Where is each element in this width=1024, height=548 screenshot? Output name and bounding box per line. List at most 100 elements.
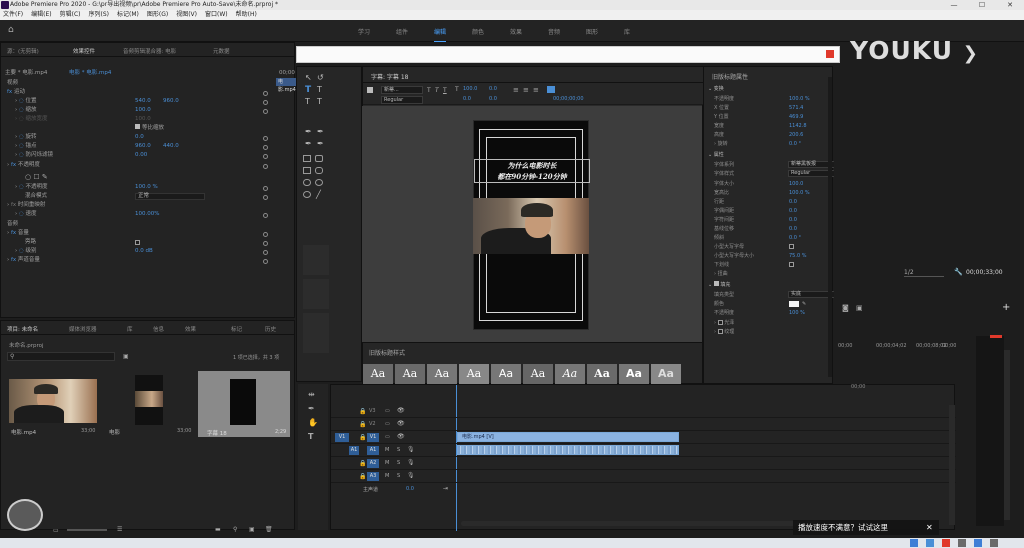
solo-button[interactable]: S	[397, 460, 400, 466]
project-item-selected[interactable]	[198, 371, 290, 437]
reset-icon[interactable]	[263, 164, 268, 169]
track-label[interactable]: A3	[367, 472, 379, 481]
leading-value[interactable]: 0.0	[463, 96, 471, 102]
prop-value[interactable]: 0.0	[789, 225, 797, 233]
export-frame-icon[interactable]: ◙	[842, 304, 849, 312]
new-bin-icon[interactable]: ▣	[123, 353, 129, 360]
zoom-select[interactable]: 1/2	[904, 269, 914, 276]
program-timecode[interactable]: 00;00;33;00	[966, 269, 1003, 276]
style-swatch[interactable]: Aa	[363, 364, 393, 384]
style-swatch[interactable]: Aa	[619, 364, 649, 384]
prop-value[interactable]: 0.0 °	[789, 234, 801, 242]
text-tool-icon[interactable]: T	[308, 432, 313, 441]
pen-icon[interactable]: ✒	[308, 404, 315, 413]
titler-timecode[interactable]: 00;00;00;00	[553, 96, 584, 102]
reset-icon[interactable]	[263, 241, 268, 246]
eye-icon[interactable]: 👁	[397, 420, 405, 427]
reset-icon[interactable]	[263, 186, 268, 191]
mic-icon[interactable]: 🎙	[407, 459, 415, 466]
mute-button[interactable]: M	[385, 460, 389, 466]
path-type-icon[interactable]: T	[305, 97, 310, 106]
wrench-icon[interactable]: 🔧	[954, 268, 963, 276]
lock-icon[interactable]: 🔒	[359, 473, 366, 480]
compare-icon[interactable]: ▣	[856, 304, 863, 312]
tab-libraries[interactable]: 库	[127, 325, 133, 333]
scale-value[interactable]: 100.0	[135, 106, 151, 115]
align-right-icon[interactable]: ≡	[533, 86, 539, 94]
prop-value[interactable]: 100.0 %	[789, 189, 810, 197]
project-item-thumbnail[interactable]	[9, 379, 97, 423]
mute-button[interactable]: M	[385, 447, 389, 453]
add-button-icon[interactable]: +	[1002, 302, 1010, 313]
style-swatch[interactable]: Aa	[395, 364, 425, 384]
workspace-color[interactable]: 颜色	[472, 27, 484, 36]
reset-icon[interactable]	[263, 91, 268, 96]
selection-tool-icon[interactable]: ↖	[305, 73, 312, 82]
menu-help[interactable]: 帮助(H)	[236, 10, 257, 20]
eye-icon[interactable]: 👁	[397, 433, 405, 440]
menu-clip[interactable]: 剪辑(C)	[60, 10, 81, 20]
ec-clip-bar[interactable]: 电影.mp4	[276, 78, 296, 93]
reset-icon[interactable]	[263, 213, 268, 218]
input-close-icon[interactable]	[826, 50, 834, 58]
transform-section[interactable]: ⌄ 变换	[708, 85, 828, 93]
new-folder-icon[interactable]: ▬	[215, 526, 221, 533]
show-background-icon[interactable]	[547, 86, 555, 93]
taskbar-app-icon[interactable]	[974, 539, 982, 547]
workspace-effects[interactable]: 效果	[510, 27, 522, 36]
convert-anchor-icon[interactable]: ✒	[317, 139, 324, 148]
uniform-scale-row[interactable]: 等比缩放	[135, 124, 235, 133]
fill-color-swatch[interactable]	[789, 301, 799, 307]
tab-media-browser[interactable]: 媒体浏览器	[69, 325, 97, 333]
lock-icon[interactable]: 🔒	[359, 421, 366, 428]
maximize-button[interactable]: ☐	[968, 0, 996, 10]
reset-icon[interactable]	[263, 154, 268, 159]
project-search-input[interactable]: ⚲	[7, 352, 115, 361]
underline-icon[interactable]: T	[443, 87, 447, 94]
wedge-tool-icon[interactable]	[303, 179, 311, 186]
flicker-value[interactable]: 0.00	[135, 151, 147, 160]
icon-view-icon[interactable]: ▭	[53, 527, 59, 534]
track-label[interactable]: A1	[367, 446, 379, 455]
reset-icon[interactable]	[263, 259, 268, 264]
taskbar-app-icon[interactable]	[910, 539, 918, 547]
rotation-value[interactable]: 0.0	[135, 133, 144, 142]
ellipse-tool-icon[interactable]	[303, 191, 311, 198]
reset-icon[interactable]	[263, 145, 268, 150]
clipped-rect-icon[interactable]	[303, 167, 311, 174]
position-x-value[interactable]: 540.0	[135, 97, 151, 106]
font-size-value[interactable]: 100.0	[463, 86, 477, 92]
speed-value[interactable]: 100.00%	[135, 210, 159, 219]
rounded-corner-icon[interactable]	[315, 167, 323, 174]
workspace-libraries[interactable]: 库	[624, 27, 630, 36]
smallcaps-checkbox[interactable]	[789, 244, 794, 249]
track-label[interactable]: A2	[367, 459, 379, 468]
pen-tool-icon[interactable]: ✒	[305, 127, 312, 136]
type-tool-icon[interactable]: T	[305, 85, 311, 95]
align-left-icon[interactable]: ≡	[513, 86, 519, 94]
add-anchor-icon[interactable]: ✒	[317, 127, 324, 136]
attributes-section[interactable]: ⌄ 属性	[708, 151, 828, 159]
menu-view[interactable]: 视图(V)	[176, 10, 197, 20]
mask-shape-icons[interactable]: ○ ☐ ✎	[25, 173, 48, 181]
mute-button[interactable]: M	[385, 473, 389, 479]
prop-value[interactable]: 100.0 %	[789, 95, 810, 103]
sequence-clip-label[interactable]: 电影 * 电影.mp4	[69, 69, 111, 78]
playback-speed-tip[interactable]: 播放速度不满意？试试这里 ✕	[793, 520, 939, 535]
tab-source[interactable]: 源：(无剪辑)	[7, 47, 39, 55]
delete-anchor-icon[interactable]: ✒	[305, 139, 312, 148]
vertical-type-icon[interactable]: T	[317, 97, 322, 106]
track-label[interactable]: V1	[367, 433, 379, 442]
tab-effects[interactable]: 效果	[185, 325, 196, 333]
close-button[interactable]: ✕	[996, 0, 1024, 10]
fill-section[interactable]: ⌄ 填充	[708, 281, 828, 289]
home-icon[interactable]: ⌂	[8, 25, 14, 35]
channel-volume-label[interactable]: › fx 声道音量	[7, 256, 40, 265]
workspace-graphics[interactable]: 图形	[586, 27, 598, 36]
sync-icon[interactable]: ▭	[385, 421, 390, 427]
solo-button[interactable]: S	[397, 473, 400, 479]
arc-tool-icon[interactable]	[315, 179, 323, 186]
position-y-value[interactable]: 960.0	[163, 97, 179, 106]
style-swatch[interactable]: Aa	[651, 364, 681, 384]
tab-metadata[interactable]: 元数据	[213, 47, 230, 55]
